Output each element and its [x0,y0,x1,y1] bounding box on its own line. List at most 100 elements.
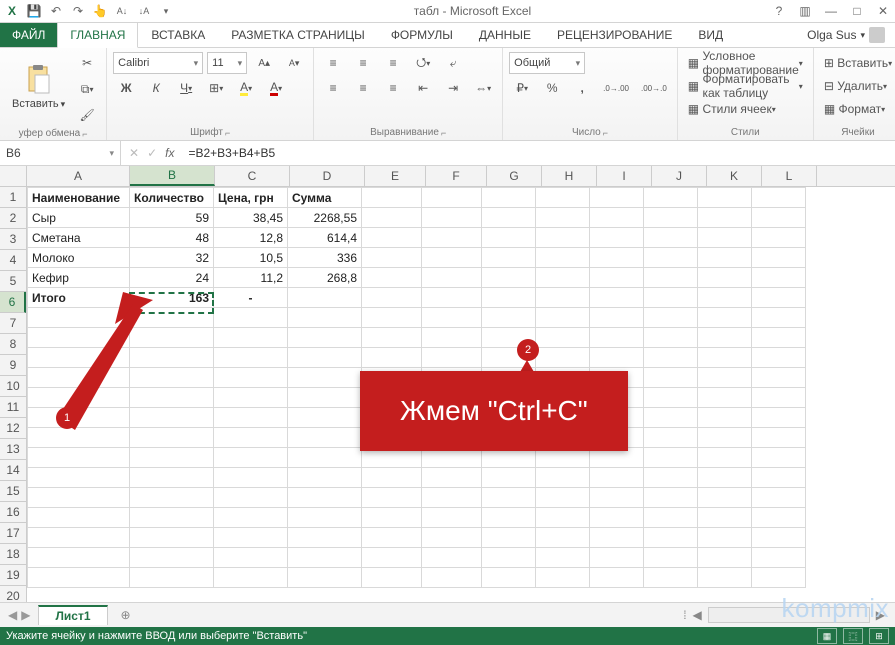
cell-I3[interactable] [590,228,644,248]
qat-touch[interactable]: 👆 [92,3,108,19]
cell-E2[interactable] [362,208,422,228]
cell-H2[interactable] [536,208,590,228]
row-header-14[interactable]: 14 [0,460,26,481]
cell-J2[interactable] [644,208,698,228]
currency-button[interactable]: ₽▾ [509,77,535,99]
cell-L7[interactable] [752,308,806,328]
align-right-button[interactable]: ≡ [380,77,406,99]
cell-K8[interactable] [698,328,752,348]
cell-D1[interactable]: Сумма [288,188,362,208]
cell-I9[interactable] [590,348,644,368]
cell-B14[interactable] [130,448,214,468]
row-header-15[interactable]: 15 [0,481,26,502]
cell-B3[interactable]: 48 [130,228,214,248]
cell-A2[interactable]: Сыр [28,208,130,228]
qat-save[interactable]: 💾 [26,3,42,19]
cell-G6[interactable] [482,288,536,308]
row-header-12[interactable]: 12 [0,418,26,439]
number-format-combo[interactable]: Общий▾ [509,52,585,74]
cell-D5[interactable]: 268,8 [288,268,362,288]
cell-J6[interactable] [644,288,698,308]
cell-F15[interactable] [422,468,482,488]
borders-button[interactable]: ⊞▾ [203,77,229,99]
cell-K16[interactable] [698,488,752,508]
cell-E17[interactable] [362,508,422,528]
cell-C20[interactable] [214,568,288,588]
cell-K7[interactable] [698,308,752,328]
cell-B16[interactable] [130,488,214,508]
cell-A1[interactable]: Наименование [28,188,130,208]
view-normal[interactable]: ▦ [817,628,837,644]
tab-formulas[interactable]: ФОРМУЛЫ [378,22,466,47]
col-header-F[interactable]: F [426,166,487,186]
cell-J8[interactable] [644,328,698,348]
cell-F3[interactable] [422,228,482,248]
cell-K20[interactable] [698,568,752,588]
cell-L18[interactable] [752,528,806,548]
launcher-icon[interactable]: ⌐ [82,129,87,139]
cell-H4[interactable] [536,248,590,268]
cell-J17[interactable] [644,508,698,528]
cell-I1[interactable] [590,188,644,208]
cell-L1[interactable] [752,188,806,208]
cell-A3[interactable]: Сметана [28,228,130,248]
ribbon-display-options[interactable]: ▥ [797,4,813,18]
cell-L9[interactable] [752,348,806,368]
orientation-button[interactable]: ⭯▾ [410,52,436,74]
cell-F5[interactable] [422,268,482,288]
decrease-indent-button[interactable]: ⇤ [410,77,436,99]
format-as-table-button[interactable]: ▦ Форматировать как таблицу▾ [684,75,807,97]
cell-G3[interactable] [482,228,536,248]
cell-C5[interactable]: 11,2 [214,268,288,288]
cell-G1[interactable] [482,188,536,208]
font-size-combo[interactable]: 11▾ [207,52,247,74]
cell-F18[interactable] [422,528,482,548]
cell-L8[interactable] [752,328,806,348]
cell-D6[interactable] [288,288,362,308]
col-header-L[interactable]: L [762,166,817,186]
percent-button[interactable]: % [539,77,565,99]
increase-decimal-button[interactable]: .0→.00 [599,77,633,99]
cell-J11[interactable] [644,388,698,408]
enter-formula-button[interactable]: ✓ [147,146,157,160]
cell-J3[interactable] [644,228,698,248]
format-painter-button[interactable]: 🖌 [74,104,100,126]
cell-H6[interactable] [536,288,590,308]
qat-redo[interactable]: ↷ [70,3,86,19]
cell-E6[interactable] [362,288,422,308]
cell-A4[interactable]: Молоко [28,248,130,268]
launcher-icon[interactable]: ⌐ [225,128,230,138]
col-header-E[interactable]: E [365,166,426,186]
cell-H16[interactable] [536,488,590,508]
cell-L19[interactable] [752,548,806,568]
col-header-G[interactable]: G [487,166,542,186]
row-header-6[interactable]: 6 [0,292,26,313]
sheet-nav-prev[interactable]: ◀ [8,608,17,622]
cell-K19[interactable] [698,548,752,568]
grow-font-button[interactable]: A▴ [251,52,277,74]
cell-D15[interactable] [288,468,362,488]
row-header-10[interactable]: 10 [0,376,26,397]
col-header-C[interactable]: C [215,166,290,186]
cell-I19[interactable] [590,548,644,568]
cell-K9[interactable] [698,348,752,368]
font-family-combo[interactable]: Calibri▾ [113,52,203,74]
cell-F9[interactable] [422,348,482,368]
cell-B4[interactable]: 32 [130,248,214,268]
cell-H5[interactable] [536,268,590,288]
cell-G4[interactable] [482,248,536,268]
launcher-icon[interactable]: ⌐ [603,128,608,138]
cell-D7[interactable] [288,308,362,328]
shrink-font-button[interactable]: A▾ [281,52,307,74]
cell-L16[interactable] [752,488,806,508]
cell-I4[interactable] [590,248,644,268]
cell-G5[interactable] [482,268,536,288]
cell-J7[interactable] [644,308,698,328]
tab-home[interactable]: ГЛАВНАЯ [57,22,138,48]
cell-C4[interactable]: 10,5 [214,248,288,268]
cell-J12[interactable] [644,408,698,428]
cell-H19[interactable] [536,548,590,568]
cell-H17[interactable] [536,508,590,528]
cell-F19[interactable] [422,548,482,568]
col-header-H[interactable]: H [542,166,597,186]
